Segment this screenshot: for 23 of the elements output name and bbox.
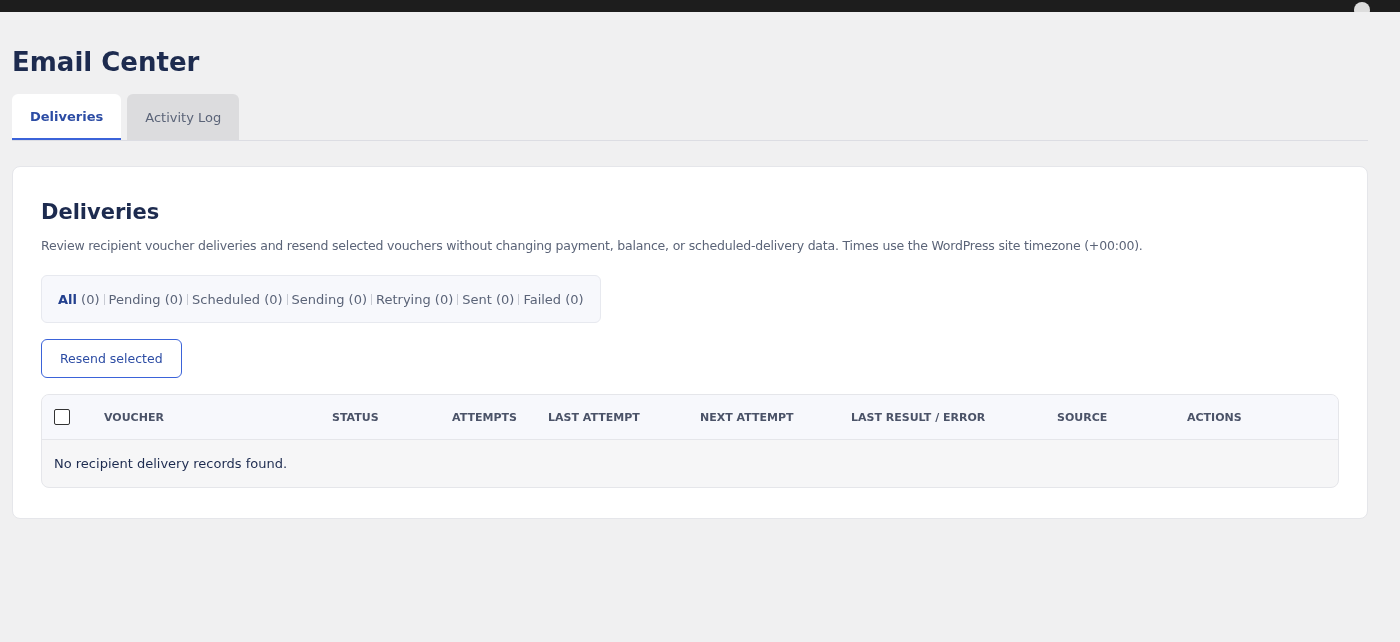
filter-link[interactable]: Failed (0) <box>523 291 584 307</box>
tab[interactable]: Deliveries <box>12 94 122 140</box>
column-header: STATUS <box>332 410 380 424</box>
column-header: SOURCE <box>1057 410 1109 424</box>
filter-link[interactable]: Sent (0) <box>462 291 515 307</box>
filter-link[interactable]: Scheduled (0) <box>192 291 283 307</box>
column-header: VOUCHER <box>104 410 165 424</box>
empty-message: No recipient delivery records found. <box>53 455 289 473</box>
page-title: Email Center <box>12 46 201 78</box>
resend-selected-button[interactable]: Resend selected <box>41 339 182 378</box>
filter-link[interactable]: All (0) <box>58 291 100 307</box>
column-header: ATTEMPTS <box>452 410 518 424</box>
filter-link[interactable]: Pending (0) <box>108 291 184 307</box>
description-text: Review recipient voucher deliveries and resend selected vouchers without changing payment, balance, or scheduled-delivery data. Times use the WordPress site timezone (+00:00). <box>41 238 1144 253</box>
column-header: NEXT ATTEMPT <box>700 410 795 424</box>
filter-link[interactable]: Sending (0) <box>291 291 367 307</box>
tab[interactable]: Activity Log <box>127 94 240 140</box>
section-title: Deliveries <box>41 200 161 224</box>
select-all-checkbox[interactable] <box>54 409 70 425</box>
filter-link[interactable]: Retrying (0) <box>376 291 454 307</box>
column-header: LAST ATTEMPT <box>548 410 641 424</box>
column-header: ACTIONS <box>1187 410 1243 424</box>
column-header: LAST RESULT / ERROR <box>851 410 987 424</box>
